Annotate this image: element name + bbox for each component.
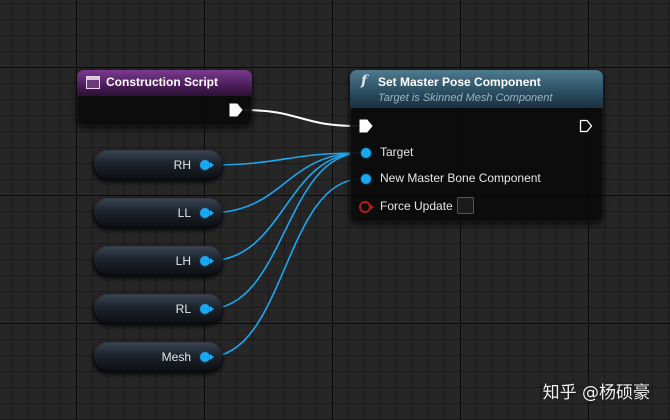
wire-mesh-master-bone[interactable] [207,178,362,358]
output-pin[interactable] [200,256,214,266]
variable-label: LH [175,254,191,268]
variable-node-ll[interactable]: LL [93,198,223,228]
wire-lh-target[interactable] [207,152,362,262]
variable-label: Mesh [161,350,191,364]
wire-ll-target[interactable] [207,152,362,214]
set-master-pose-header[interactable]: f Set Master Pose Component Target is Sk… [350,70,603,108]
exec-out-pin-icon[interactable] [229,103,243,117]
construction-script-title: Construction Script [106,75,219,89]
variable-node-rl[interactable]: RL [93,294,223,324]
force-update-pin[interactable] [359,201,374,213]
construction-script-node[interactable]: Construction Script [77,70,252,126]
exec-wire[interactable] [243,109,359,127]
exec-in-pin-icon[interactable] [359,119,373,133]
watermark: 知乎 @杨硕豪 [542,383,650,403]
set-master-pose-node[interactable]: f Set Master Pose Component Target is Sk… [350,70,603,222]
blueprint-graph-canvas[interactable]: Construction Script f Set Master Pose Co… [0,0,670,420]
wire-rl-target[interactable] [207,152,362,310]
output-pin[interactable] [200,352,214,362]
output-pin[interactable] [200,160,214,170]
variable-label: RH [173,158,191,172]
target-label: Target [380,145,414,159]
force-update-checkbox[interactable] [457,197,474,214]
variable-node-mesh[interactable]: Mesh [93,342,223,372]
output-pin[interactable] [200,304,214,314]
variable-node-lh[interactable]: LH [93,246,223,276]
set-master-pose-title: Set Master Pose Component [378,75,541,89]
new-master-bone-label: New Master Bone Component [380,171,541,185]
construction-script-header[interactable]: Construction Script [77,70,252,96]
variable-node-rh[interactable]: RH [93,150,223,180]
force-update-label: Force Update [380,199,453,213]
set-master-pose-subtitle: Target is Skinned Mesh Component [378,92,553,104]
event-icon [86,76,100,89]
variable-label: RL [175,302,191,316]
output-pin[interactable] [200,208,214,218]
variable-label: LL [177,206,191,220]
target-pin[interactable] [361,148,371,158]
exec-out-pin-icon[interactable] [579,119,593,133]
new-master-bone-pin[interactable] [361,174,371,184]
function-icon: f [361,73,368,89]
